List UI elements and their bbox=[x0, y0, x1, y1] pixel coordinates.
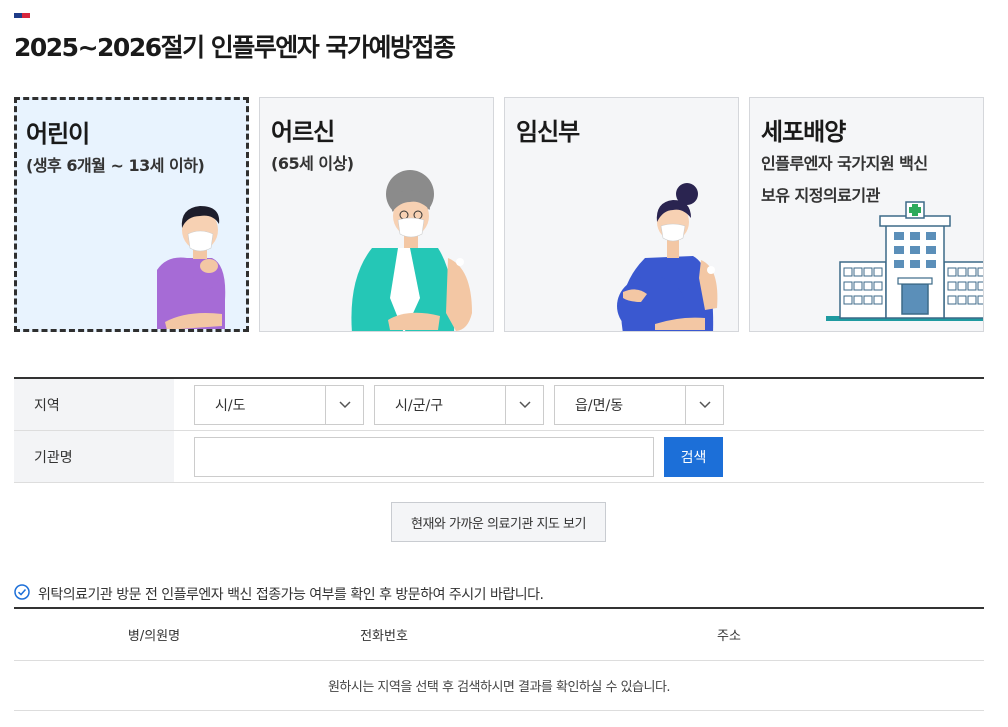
search-form: 지역 시/도 시/군/구 읍/면/동 기관명 검색 bbox=[14, 377, 984, 483]
empty-message: 원하시는 지역을 선택 후 검색하시면 결과를 확인하실 수 있습니다. bbox=[14, 661, 984, 711]
page-title: 2025~2026절기 인플루엔자 국가예방접종 bbox=[14, 33, 456, 62]
nearby-map-button[interactable]: 현재와 가까운 의료기관 지도 보기 bbox=[391, 502, 606, 542]
results-table: 병/의원명 전화번호 주소 원하시는 지역을 선택 후 검색하시면 결과를 확인… bbox=[14, 607, 984, 711]
card-elder[interactable]: 어르신 (65세 이상) bbox=[259, 97, 494, 332]
notice-text: 위탁의료기관 방문 전 인플루엔자 백신 접종가능 여부를 확인 후 방문하여 … bbox=[38, 587, 544, 603]
card-cell-culture[interactable]: 세포배양 인플루엔자 국가지원 백신 보유 지정의료기관 bbox=[749, 97, 984, 332]
flag-decoration bbox=[14, 13, 30, 18]
eupmyeondong-value: 읍/면/동 bbox=[575, 397, 624, 414]
region-label: 지역 bbox=[14, 379, 174, 430]
org-label: 기관명 bbox=[14, 431, 174, 482]
org-name-input[interactable] bbox=[194, 436, 654, 477]
flag-left-bar bbox=[14, 13, 22, 18]
card-title: 세포배양 bbox=[761, 118, 846, 146]
sigungu-value: 시/군/구 bbox=[395, 397, 444, 414]
card-title: 임신부 bbox=[516, 118, 580, 146]
card-title: 어르신 bbox=[271, 118, 335, 146]
card-subtitle: 인플루엔자 국가지원 백신 bbox=[761, 154, 928, 173]
table-header: 병/의원명 전화번호 주소 bbox=[14, 609, 984, 661]
chevron-down-icon bbox=[685, 385, 723, 424]
chevron-down-icon bbox=[325, 385, 363, 424]
card-child[interactable]: 어린이 (생후 6개월 ~ 13세 이하) bbox=[14, 97, 249, 332]
card-title: 어린이 bbox=[26, 120, 90, 148]
card-pregnant[interactable]: 임신부 bbox=[504, 97, 739, 332]
card-subtitle-2: 보유 지정의료기관 bbox=[761, 186, 880, 205]
sido-select[interactable]: 시/도 bbox=[194, 384, 364, 425]
flag-right-bar bbox=[22, 13, 30, 18]
eupmyeondong-select[interactable]: 읍/면/동 bbox=[554, 384, 724, 425]
card-subtitle: (65세 이상) bbox=[271, 154, 354, 173]
sigungu-select[interactable]: 시/군/구 bbox=[374, 384, 544, 425]
sido-value: 시/도 bbox=[215, 397, 246, 414]
header-phone: 전화번호 bbox=[360, 629, 408, 644]
header-name: 병/의원명 bbox=[127, 629, 181, 644]
check-circle-icon bbox=[14, 584, 30, 604]
card-subtitle: (생후 6개월 ~ 13세 이하) bbox=[26, 156, 205, 175]
search-button[interactable]: 검색 bbox=[664, 436, 723, 477]
target-group-cards: 어린이 (생후 6개월 ~ 13세 이하) 어르신 (65세 이상) 임신부 세… bbox=[14, 97, 984, 332]
header-address: 주소 bbox=[717, 629, 741, 644]
chevron-down-icon bbox=[505, 385, 543, 424]
org-row: 기관명 검색 bbox=[14, 431, 984, 483]
region-row: 지역 시/도 시/군/구 읍/면/동 bbox=[14, 379, 984, 431]
notice: 위탁의료기관 방문 전 인플루엔자 백신 접종가능 여부를 확인 후 방문하여 … bbox=[14, 584, 544, 604]
